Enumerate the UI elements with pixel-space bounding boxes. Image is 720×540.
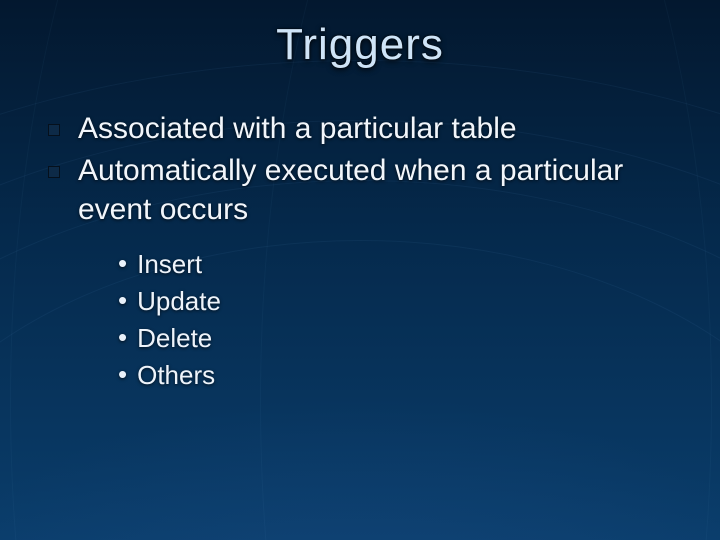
round-bullet-icon: • [118, 321, 127, 355]
sub-bullet-group: • Insert • Update • Delete • Others [118, 247, 680, 393]
round-bullet-icon: • [118, 284, 127, 318]
round-bullet-icon: • [118, 247, 127, 281]
square-bullet-icon [48, 166, 60, 178]
bullet-text: Automatically executed when a particular… [78, 152, 680, 229]
sub-bullet-text: Delete [137, 321, 212, 356]
slide: Triggers Associated with a particular ta… [0, 0, 720, 540]
bullet-level2: • Insert [118, 247, 680, 282]
round-bullet-icon: • [118, 358, 127, 392]
bullet-text: Associated with a particular table [78, 110, 517, 148]
sub-bullet-text: Update [137, 284, 221, 319]
bullet-level1: Automatically executed when a particular… [48, 152, 680, 229]
bullet-level1: Associated with a particular table [48, 110, 680, 148]
bullet-level2: • Others [118, 358, 680, 393]
slide-title: Triggers [0, 20, 720, 70]
slide-content: Associated with a particular table Autom… [48, 110, 680, 396]
sub-bullet-text: Insert [137, 247, 202, 282]
square-bullet-icon [48, 124, 60, 136]
sub-bullet-text: Others [137, 358, 215, 393]
bullet-level2: • Delete [118, 321, 680, 356]
bullet-level2: • Update [118, 284, 680, 319]
